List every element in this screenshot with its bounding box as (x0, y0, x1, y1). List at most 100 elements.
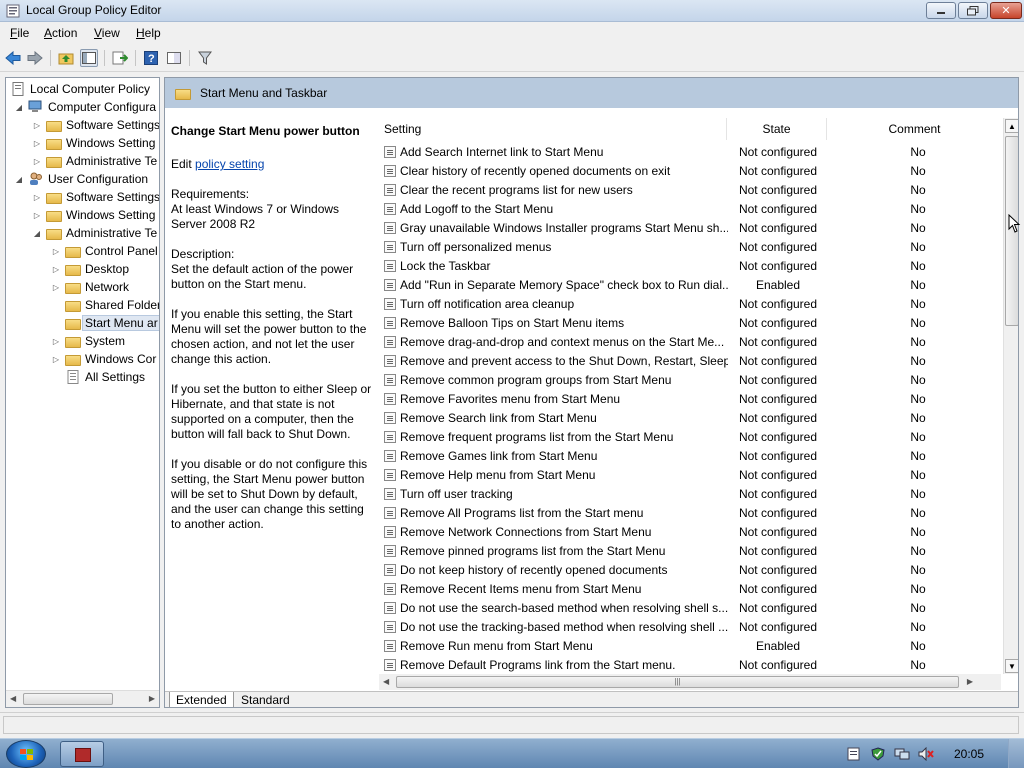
tree-node-system[interactable]: ▷ System (51, 332, 125, 350)
taskbar-item-policy-editor[interactable] (60, 741, 104, 767)
table-row[interactable]: Lock the Taskbar Not configured No (379, 256, 999, 275)
table-row[interactable]: Remove All Programs list from the Start … (379, 503, 999, 522)
table-row[interactable]: Do not use the search-based method when … (379, 598, 999, 617)
expand-arrow-icon[interactable]: ▷ (32, 121, 42, 130)
tab-standard[interactable]: Standard (235, 692, 296, 707)
scroll-up-icon[interactable]: ▲ (1005, 119, 1018, 133)
table-row[interactable]: Remove Run menu from Start Menu Enabled No (379, 636, 999, 655)
table-row[interactable]: Remove Balloon Tips on Start Menu items N… (379, 313, 999, 332)
tree-horizontal-scrollbar[interactable]: ◀ ▶ (6, 690, 159, 707)
table-row[interactable]: Remove Favorites menu from Start Menu Not… (379, 389, 999, 408)
tree-node-cc-software-settings[interactable]: ▷ Software Settings (32, 116, 159, 134)
tree-node-local-computer-policy[interactable]: Local Computer Policy (10, 80, 150, 98)
back-button[interactable] (4, 49, 22, 67)
maximize-button[interactable] (958, 2, 988, 19)
table-row[interactable]: Clear history of recently opened documen… (379, 161, 999, 180)
menu-action[interactable]: Action (44, 26, 77, 40)
column-header-setting[interactable]: Setting (379, 118, 727, 140)
show-desktop-button[interactable] (1008, 739, 1024, 768)
tree-node-uc-software-settings[interactable]: ▷ Software Settings (32, 188, 159, 206)
table-row[interactable]: Gray unavailable Windows Installer progr… (379, 218, 999, 237)
expand-arrow-icon[interactable]: ▷ (51, 283, 61, 292)
table-row[interactable]: Remove Games link from Start Menu Not con… (379, 446, 999, 465)
collapse-arrow-icon[interactable]: ◢ (14, 103, 24, 112)
show-hide-console-tree-button[interactable] (80, 49, 98, 67)
table-row[interactable]: Clear the recent programs list for new u… (379, 180, 999, 199)
expand-arrow-icon[interactable]: ▷ (32, 139, 42, 148)
close-button[interactable]: ✕ (990, 2, 1022, 19)
menu-help[interactable]: Help (136, 26, 161, 40)
tree-node-uc-windows-settings[interactable]: ▷ Windows Setting (32, 206, 155, 224)
tree-node-shared-folders[interactable]: Shared Folder (51, 296, 159, 314)
column-header-comment[interactable]: Comment (827, 118, 1002, 140)
table-row[interactable]: Remove Default Programs link from the St… (379, 655, 999, 674)
minimize-button[interactable] (926, 2, 956, 19)
column-header-state[interactable]: State (727, 118, 827, 140)
table-row[interactable]: Add "Run in Separate Memory Space" check… (379, 275, 999, 294)
tree-node-uc-administrative-templates[interactable]: ◢ Administrative Te (32, 224, 157, 242)
tree-node-user-configuration[interactable]: ◢ User Configuration (14, 170, 148, 188)
tree-node-cc-administrative-templates[interactable]: ▷ Administrative Te (32, 152, 157, 170)
table-row[interactable]: Remove Network Connections from Start Me… (379, 522, 999, 541)
tab-extended[interactable]: Extended (169, 692, 234, 707)
menu-file[interactable]: File (10, 26, 29, 40)
table-row[interactable]: Do not use the tracking-based method whe… (379, 617, 999, 636)
scroll-down-icon[interactable]: ▼ (1005, 659, 1018, 673)
export-list-button[interactable] (111, 49, 129, 67)
collapse-arrow-icon[interactable]: ◢ (14, 175, 24, 184)
table-row[interactable]: Remove pinned programs list from the Sta… (379, 541, 999, 560)
network-icon[interactable] (894, 747, 910, 761)
properties-button[interactable] (165, 49, 183, 67)
filter-button[interactable] (196, 49, 214, 67)
collapse-arrow-icon[interactable]: ◢ (32, 229, 42, 238)
table-row[interactable]: Remove and prevent access to the Shut Do… (379, 351, 999, 370)
title-bar[interactable]: Local Group Policy Editor ✕ (0, 0, 1024, 22)
table-row[interactable]: Turn off personalized menus Not configure… (379, 237, 999, 256)
table-row[interactable]: Add Logoff to the Start Menu Not configur… (379, 199, 999, 218)
volume-muted-icon[interactable] (918, 747, 934, 761)
tree-node-control-panel[interactable]: ▷ Control Panel (51, 242, 158, 260)
table-row[interactable]: Remove common program groups from Start … (379, 370, 999, 389)
forward-button[interactable] (26, 49, 44, 67)
expand-arrow-icon[interactable]: ▷ (51, 247, 61, 256)
table-row[interactable]: Remove Search link from Start Menu Not co… (379, 408, 999, 427)
taskbar-clock[interactable]: 20:05 (954, 747, 984, 761)
action-center-icon[interactable] (846, 747, 862, 761)
tree-node-start-menu-and-taskbar[interactable]: Start Menu ar (51, 314, 159, 332)
expand-arrow-icon[interactable]: ▷ (51, 355, 61, 364)
table-row[interactable]: Turn off user tracking Not configured No (379, 484, 999, 503)
table-row[interactable]: Remove Recent Items menu from Start Menu… (379, 579, 999, 598)
menu-view[interactable]: View (94, 26, 120, 40)
table-row[interactable]: Add Search Internet link to Start Menu No… (379, 142, 999, 161)
scroll-thumb[interactable] (23, 693, 113, 705)
edit-policy-link[interactable]: policy setting (195, 157, 264, 171)
scroll-left-icon[interactable]: ◀ (10, 694, 16, 703)
table-row[interactable]: Turn off notification area cleanup Not co… (379, 294, 999, 313)
start-button[interactable] (6, 740, 46, 768)
help-button[interactable]: ? (142, 49, 160, 67)
scroll-thumb[interactable]: ||| (396, 676, 959, 688)
expand-arrow-icon[interactable]: ▷ (51, 337, 61, 346)
tree-node-computer-configuration[interactable]: ◢ Computer Configura (14, 98, 156, 116)
scroll-right-icon[interactable]: ▶ (967, 677, 973, 686)
tree-node-desktop[interactable]: ▷ Desktop (51, 260, 129, 278)
up-level-button[interactable] (57, 49, 75, 67)
expand-arrow-icon[interactable]: ▷ (51, 265, 61, 274)
tree-node-windows-components[interactable]: ▷ Windows Cor (51, 350, 156, 368)
tree-node-all-settings[interactable]: All Settings (51, 368, 145, 386)
tree-node-cc-windows-settings[interactable]: ▷ Windows Setting (32, 134, 155, 152)
table-row[interactable]: Remove Help menu from Start Menu Not conf… (379, 465, 999, 484)
scroll-left-icon[interactable]: ◀ (383, 677, 389, 686)
table-row[interactable]: Do not keep history of recently opened d… (379, 560, 999, 579)
table-row[interactable]: Remove frequent programs list from the S… (379, 427, 999, 446)
setting-comment: No (910, 600, 926, 615)
expand-arrow-icon[interactable]: ▷ (32, 157, 42, 166)
tree-node-network[interactable]: ▷ Network (51, 278, 129, 296)
list-horizontal-scrollbar[interactable]: ◀ ||| ▶ (379, 674, 1001, 690)
table-row[interactable]: Remove drag-and-drop and context menus o… (379, 332, 999, 351)
list-vertical-scrollbar[interactable]: ▲ ▼ (1003, 118, 1018, 674)
expand-arrow-icon[interactable]: ▷ (32, 193, 42, 202)
security-shield-icon[interactable] (870, 747, 886, 761)
scroll-right-icon[interactable]: ▶ (149, 694, 155, 703)
expand-arrow-icon[interactable]: ▷ (32, 211, 42, 220)
